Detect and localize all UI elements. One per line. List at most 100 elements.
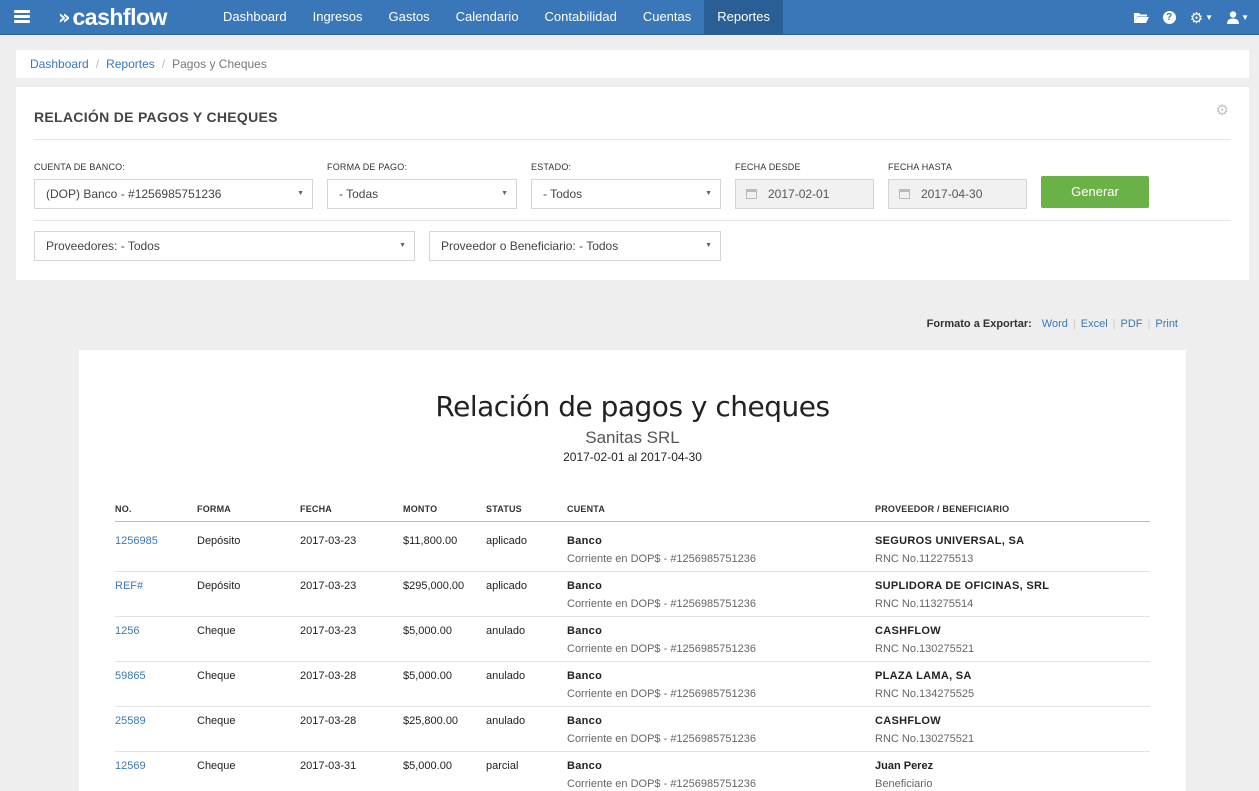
settings-gear-icon[interactable]: ⚙ ▼	[1190, 9, 1213, 27]
row-forma: Depósito	[197, 535, 241, 547]
row-cuenta-detail: Corriente en DOP$ - #1256985751236	[567, 643, 756, 655]
row-number-link[interactable]: 1256985	[115, 535, 158, 547]
row-monto: $5,000.00	[403, 670, 452, 682]
fecha-desde-input[interactable]: 2017-02-01	[735, 179, 874, 209]
col-header-proveedor: PROVEEDOR / BENEFICIARIO	[875, 504, 1010, 514]
table-row: 1256 Cheque 2017-03-23 $5,000.00 anulado…	[115, 617, 1150, 662]
generar-button[interactable]: Generar	[1041, 176, 1149, 208]
col-header-monto: MONTO	[403, 504, 438, 514]
row-monto: $5,000.00	[403, 760, 452, 772]
row-number-link[interactable]: 12569	[115, 760, 146, 772]
cuenta-select[interactable]: (DOP) Banco - #1256985751236 ▼	[34, 179, 313, 209]
export-label: Formato a Exportar:	[926, 318, 1032, 330]
nav-calendario[interactable]: Calendario	[443, 0, 532, 35]
beneficiario-select[interactable]: Proveedor o Beneficiario: - Todos ▼	[429, 231, 721, 261]
row-fecha: 2017-03-23	[300, 535, 357, 547]
row-monto: $5,000.00	[403, 625, 452, 637]
forma-select[interactable]: - Todas ▼	[327, 179, 517, 209]
row-proveedor-detail: RNC No.130275521	[875, 643, 975, 655]
estado-select[interactable]: - Todos ▼	[531, 179, 721, 209]
breadcrumb-separator: /	[161, 57, 166, 71]
nav-reportes[interactable]: Reportes	[704, 0, 783, 35]
row-monto: $295,000.00	[403, 580, 465, 592]
row-number-link[interactable]: REF#	[115, 580, 143, 592]
row-proveedor-detail: Beneficiario	[875, 778, 933, 790]
row-number-link[interactable]: 25589	[115, 715, 146, 727]
table-row: 59865 Cheque 2017-03-28 $5,000.00 anulad…	[115, 662, 1150, 707]
row-fecha: 2017-03-31	[300, 760, 357, 772]
chevron-down-icon: ▼	[1205, 13, 1214, 22]
row-cuenta-detail: Corriente en DOP$ - #1256985751236	[567, 553, 756, 565]
main-nav: Dashboard Ingresos Gastos Calendario Con…	[210, 0, 783, 35]
chevron-down-icon: ▼	[501, 190, 508, 197]
nav-gastos[interactable]: Gastos	[375, 0, 442, 35]
row-proveedor-detail: RNC No.113275514	[875, 598, 974, 610]
fecha-hasta-input[interactable]: 2017-04-30	[888, 179, 1027, 209]
row-monto: $25,800.00	[403, 715, 459, 727]
proveedores-select[interactable]: Proveedores: - Todos ▼	[34, 231, 415, 261]
cashflow-logo-icon: ››	[58, 5, 71, 29]
fecha-desde-label: FECHA DESDE	[735, 162, 801, 172]
user-icon[interactable]: ▼	[1227, 11, 1249, 24]
fecha-desde-value: 2017-02-01	[768, 187, 830, 201]
col-header-fecha: FECHA	[300, 504, 332, 514]
row-status: aplicado	[486, 535, 527, 547]
export-pdf-link[interactable]: PDF	[1121, 318, 1143, 330]
row-forma: Depósito	[197, 580, 241, 592]
separator: |	[1072, 318, 1076, 330]
table-row: 1256985 Depósito 2017-03-23 $11,800.00 a…	[115, 527, 1150, 572]
export-word-link[interactable]: Word	[1042, 318, 1068, 330]
breadcrumb-dashboard[interactable]: Dashboard	[30, 57, 89, 71]
breadcrumb-separator: /	[95, 57, 100, 71]
help-icon[interactable]: ?	[1162, 11, 1176, 24]
row-proveedor-detail: RNC No.134275525	[875, 688, 975, 700]
row-number-link[interactable]: 1256	[115, 625, 139, 637]
row-status: parcial	[486, 760, 519, 772]
row-cuenta: Banco	[567, 535, 603, 547]
panel-settings-gear-icon[interactable]: ⚙	[1216, 101, 1229, 119]
export-print-link[interactable]: Print	[1155, 318, 1178, 330]
filter-panel: RELACIÓN DE PAGOS Y CHEQUES ⚙ CUENTA DE …	[16, 87, 1249, 280]
separator: |	[1147, 318, 1151, 330]
beneficiario-select-value: Proveedor o Beneficiario: - Todos	[441, 239, 619, 253]
nav-dashboard[interactable]: Dashboard	[210, 0, 300, 35]
row-forma: Cheque	[197, 760, 236, 772]
breadcrumb: Dashboard / Reportes / Pagos y Cheques	[16, 50, 1249, 78]
row-number-link[interactable]: 59865	[115, 670, 146, 682]
row-cuenta: Banco	[567, 625, 603, 637]
breadcrumb-current: Pagos y Cheques	[172, 57, 267, 71]
fecha-hasta-label: FECHA HASTA	[888, 162, 953, 172]
proveedores-select-value: Proveedores: - Todos	[46, 239, 160, 253]
calendar-icon	[746, 189, 757, 199]
row-proveedor: SUPLIDORA DE OFICINAS, SRL	[875, 580, 1050, 592]
folder-icon[interactable]	[1133, 12, 1149, 24]
row-forma: Cheque	[197, 670, 236, 682]
nav-ingresos[interactable]: Ingresos	[300, 0, 376, 35]
separator: |	[1112, 318, 1116, 330]
brand-name: cashflow	[72, 3, 167, 30]
row-proveedor: CASHFLOW	[875, 715, 941, 727]
export-excel-link[interactable]: Excel	[1081, 318, 1108, 330]
hamburger-menu-icon[interactable]	[14, 10, 30, 24]
row-monto: $11,800.00	[403, 535, 458, 547]
chevron-down-icon: ▼	[297, 190, 304, 197]
table-row: 25589 Cheque 2017-03-28 $25,800.00 anula…	[115, 707, 1150, 752]
calendar-icon	[899, 189, 910, 199]
top-navbar: ›› cashflow Dashboard Ingresos Gastos Ca…	[0, 0, 1259, 35]
brand-logo[interactable]: ›› cashflow	[58, 4, 167, 30]
report-date-range: 2017-02-01 al 2017-04-30	[563, 450, 702, 464]
row-proveedor: Juan Perez	[875, 760, 934, 772]
row-proveedor: SEGUROS UNIVERSAL, SA	[875, 535, 1025, 547]
row-status: anulado	[486, 670, 526, 682]
report-company: Sanitas SRL	[585, 428, 680, 447]
divider	[34, 220, 1231, 221]
row-cuenta-detail: Corriente en DOP$ - #1256985751236	[567, 598, 756, 610]
chevron-down-icon: ▼	[399, 242, 406, 249]
row-fecha: 2017-03-28	[300, 715, 357, 727]
breadcrumb-reportes[interactable]: Reportes	[106, 57, 155, 71]
nav-cuentas[interactable]: Cuentas	[630, 0, 704, 35]
nav-contabilidad[interactable]: Contabilidad	[532, 0, 630, 35]
col-header-forma: FORMA	[197, 504, 231, 514]
col-header-cuenta: CUENTA	[567, 504, 606, 514]
row-cuenta: Banco	[567, 760, 603, 772]
